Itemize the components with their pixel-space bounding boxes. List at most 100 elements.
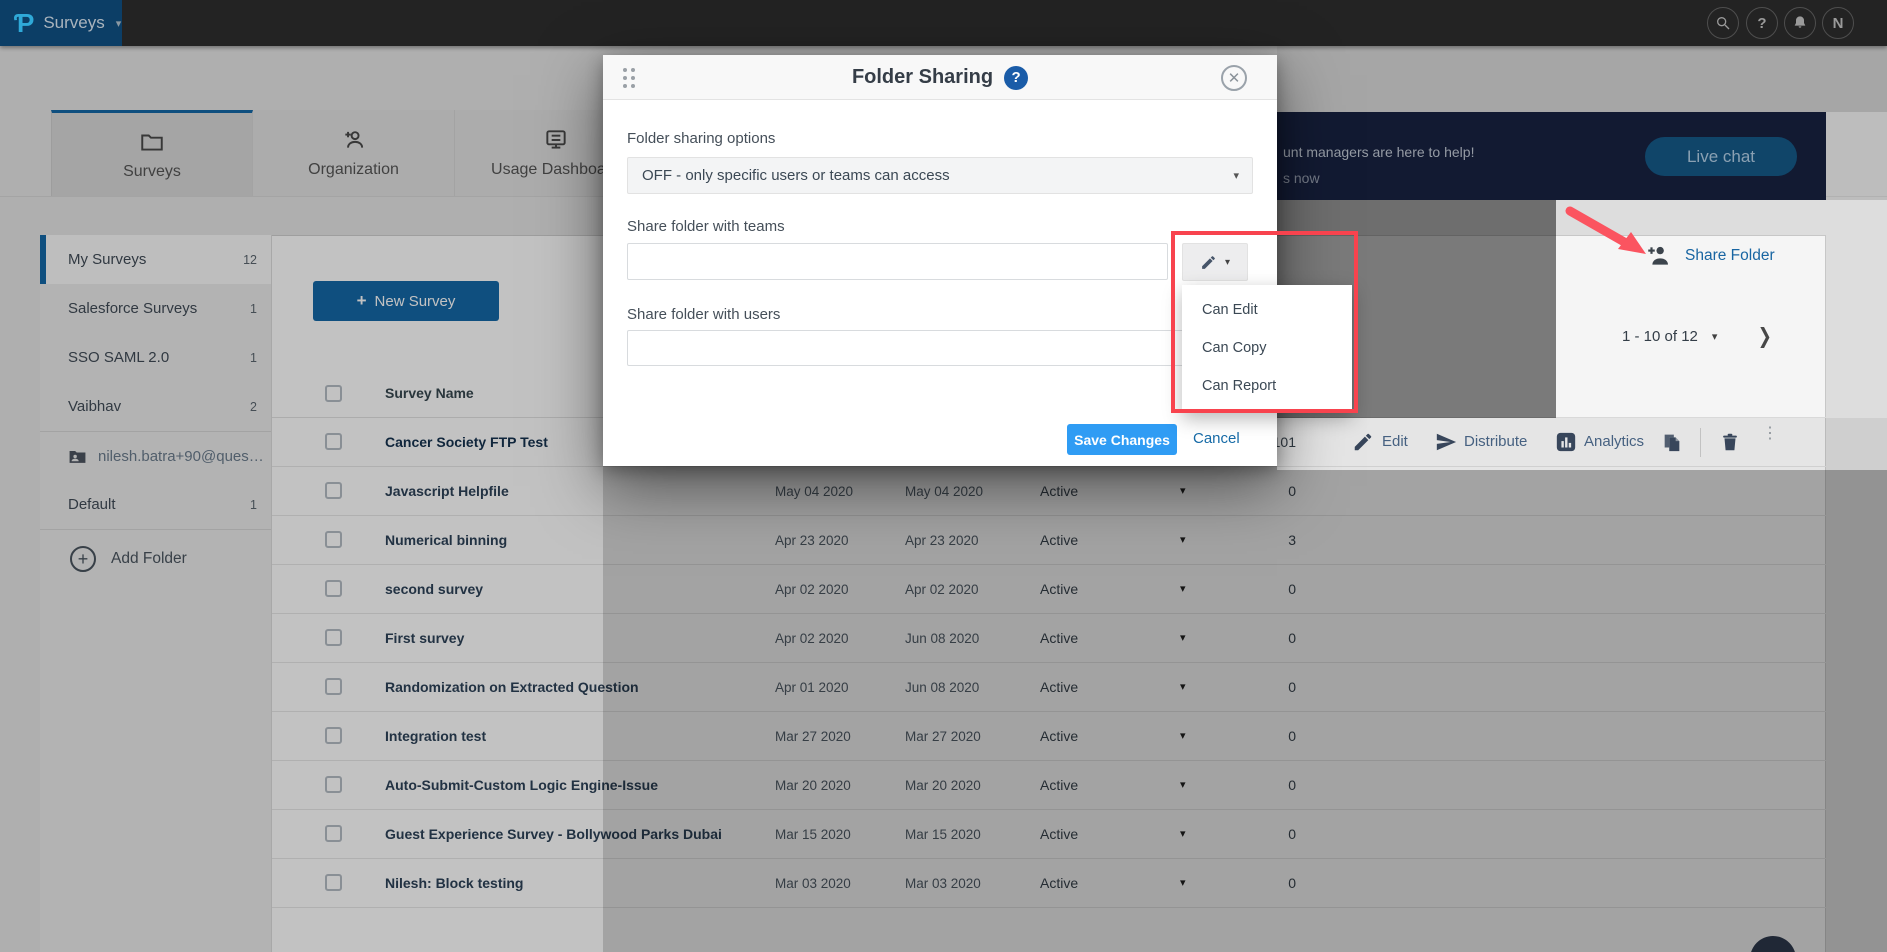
chevron-down-icon: ▾ <box>1225 257 1230 268</box>
survey-name[interactable]: Integration test <box>385 728 486 744</box>
help-icon[interactable]: ? <box>1746 7 1778 39</box>
status-dropdown-icon[interactable]: ▾ <box>1180 582 1186 595</box>
sidebar-item-sso-saml-2-0[interactable]: SSO SAML 2.01 <box>40 333 271 382</box>
created-date: Apr 02 2020 <box>775 631 849 646</box>
sidebar-item-nilesh-batra-90-ques-[interactable]: nilesh.batra+90@ques… <box>40 431 271 480</box>
row-checkbox[interactable] <box>325 433 342 450</box>
status-dropdown-icon[interactable]: ▾ <box>1180 729 1186 742</box>
share-users-input[interactable] <box>627 330 1253 366</box>
sidebar-item-my-surveys[interactable]: My Surveys12 <box>40 235 271 284</box>
status-dropdown-icon[interactable]: ▾ <box>1180 484 1186 497</box>
logo-icon: Ƥ <box>14 10 34 36</box>
table-row: Javascript Helpfile May 04 2020 May 04 2… <box>272 467 1826 516</box>
menu-item-can-report[interactable]: Can Report <box>1182 367 1352 405</box>
status-value: Active <box>1040 728 1078 744</box>
sidebar-item-label: Vaibhav <box>68 398 121 415</box>
distribute-icon[interactable] <box>1435 431 1457 453</box>
share-folder-button[interactable]: Share Folder <box>1645 243 1775 269</box>
search-icon[interactable] <box>1707 7 1739 39</box>
save-changes-button[interactable]: Save Changes <box>1067 424 1177 455</box>
status-value: Active <box>1040 679 1078 695</box>
status-dropdown-icon[interactable]: ▾ <box>1180 680 1186 693</box>
add-folder-button[interactable]: + Add Folder <box>40 529 271 588</box>
shared-folder-icon <box>68 447 87 466</box>
next-page-button[interactable]: ❯ <box>1758 324 1772 349</box>
close-icon[interactable]: ✕ <box>1221 65 1247 91</box>
tab-surveys[interactable]: Surveys <box>51 110 253 196</box>
status-dropdown-icon[interactable]: ▾ <box>1180 827 1186 840</box>
sidebar-item-vaibhav[interactable]: Vaibhav2 <box>40 382 271 431</box>
survey-name[interactable]: Javascript Helpfile <box>385 483 509 499</box>
modified-date: Mar 20 2020 <box>905 778 981 793</box>
live-chat-button[interactable]: Live chat <box>1645 137 1797 176</box>
avatar[interactable]: N <box>1822 7 1854 39</box>
tab-organization[interactable]: Organization <box>253 110 455 196</box>
survey-name[interactable]: Nilesh: Block testing <box>385 875 523 891</box>
row-checkbox[interactable] <box>325 531 342 548</box>
row-checkbox[interactable] <box>325 580 342 597</box>
modified-date: Mar 15 2020 <box>905 827 981 842</box>
new-survey-button[interactable]: + New Survey <box>313 281 499 321</box>
distribute-button[interactable]: Distribute <box>1464 433 1527 450</box>
sidebar-item-label: Salesforce Surveys <box>68 300 197 317</box>
product-switcher[interactable]: ? Ƥ Surveys ▾ <box>0 0 122 46</box>
folder-count: 1 <box>250 302 257 316</box>
table-row: Guest Experience Survey - Bollywood Park… <box>272 810 1826 859</box>
tab-label: Organization <box>308 161 399 179</box>
help-badge-icon[interactable]: ? <box>1004 66 1028 90</box>
status-value: Active <box>1040 875 1078 891</box>
cancel-button[interactable]: Cancel <box>1193 430 1240 447</box>
menu-item-can-copy[interactable]: Can Copy <box>1182 329 1352 367</box>
row-checkbox[interactable] <box>325 825 342 842</box>
menu-item-can-edit[interactable]: Can Edit <box>1182 291 1352 329</box>
sharing-options-select[interactable]: OFF - only specific users or teams can a… <box>627 157 1253 194</box>
more-icon[interactable]: ⋮ <box>1762 430 1768 438</box>
responses-count: 0 <box>1216 875 1296 891</box>
survey-name[interactable]: second survey <box>385 581 483 597</box>
modified-date: Jun 08 2020 <box>905 631 979 646</box>
row-checkbox[interactable] <box>325 727 342 744</box>
table-row: First survey Apr 02 2020 Jun 08 2020 Act… <box>272 614 1826 663</box>
status-value: Active <box>1040 581 1078 597</box>
survey-name[interactable]: Auto-Submit-Custom Logic Engine-Issue <box>385 777 658 793</box>
edit-icon[interactable] <box>1352 431 1374 453</box>
pagination-control[interactable]: 1 - 10 of 12 ▾ <box>1622 328 1717 345</box>
modified-date: Jun 08 2020 <box>905 680 979 695</box>
edit-button[interactable]: Edit <box>1382 433 1408 450</box>
sidebar-item-default[interactable]: Default1 <box>40 480 271 529</box>
created-date: Mar 03 2020 <box>775 876 851 891</box>
responses-count: 0 <box>1216 630 1296 646</box>
select-all-checkbox[interactable] <box>325 385 342 402</box>
delete-icon[interactable] <box>1719 431 1741 453</box>
created-date: Mar 20 2020 <box>775 778 851 793</box>
status-value: Active <box>1040 777 1078 793</box>
chevron-down-icon: ▾ <box>116 17 122 30</box>
status-dropdown-icon[interactable]: ▾ <box>1180 631 1186 644</box>
status-dropdown-icon[interactable]: ▾ <box>1180 778 1186 791</box>
survey-name[interactable]: First survey <box>385 630 464 646</box>
copy-icon[interactable] <box>1661 431 1683 453</box>
status-dropdown-icon[interactable]: ▾ <box>1180 876 1186 889</box>
modal-title: Folder Sharing <box>852 66 993 89</box>
responses-count: 0 <box>1216 728 1296 744</box>
survey-name[interactable]: Randomization on Extracted Question <box>385 679 639 695</box>
survey-name[interactable]: Cancer Society FTP Test <box>385 434 548 450</box>
sidebar-item-label: SSO SAML 2.0 <box>68 349 169 366</box>
sidebar-item-salesforce-surveys[interactable]: Salesforce Surveys 1 <box>40 284 271 333</box>
status-dropdown-icon[interactable]: ▾ <box>1180 533 1186 546</box>
permission-dropdown-button[interactable]: ▾ <box>1182 243 1248 281</box>
row-checkbox[interactable] <box>325 629 342 646</box>
analytics-icon[interactable] <box>1555 431 1577 453</box>
survey-name[interactable]: Guest Experience Survey - Bollywood Park… <box>385 826 722 842</box>
row-checkbox[interactable] <box>325 776 342 793</box>
share-teams-input[interactable] <box>627 243 1168 280</box>
modified-date: Mar 27 2020 <box>905 729 981 744</box>
row-checkbox[interactable] <box>325 482 342 499</box>
created-date: May 04 2020 <box>775 484 853 499</box>
notifications-icon[interactable] <box>1784 7 1816 39</box>
row-checkbox[interactable] <box>325 678 342 695</box>
row-checkbox[interactable] <box>325 874 342 891</box>
analytics-button[interactable]: Analytics <box>1584 433 1644 450</box>
survey-name[interactable]: Numerical binning <box>385 532 507 548</box>
folder-count: 12 <box>243 253 257 267</box>
